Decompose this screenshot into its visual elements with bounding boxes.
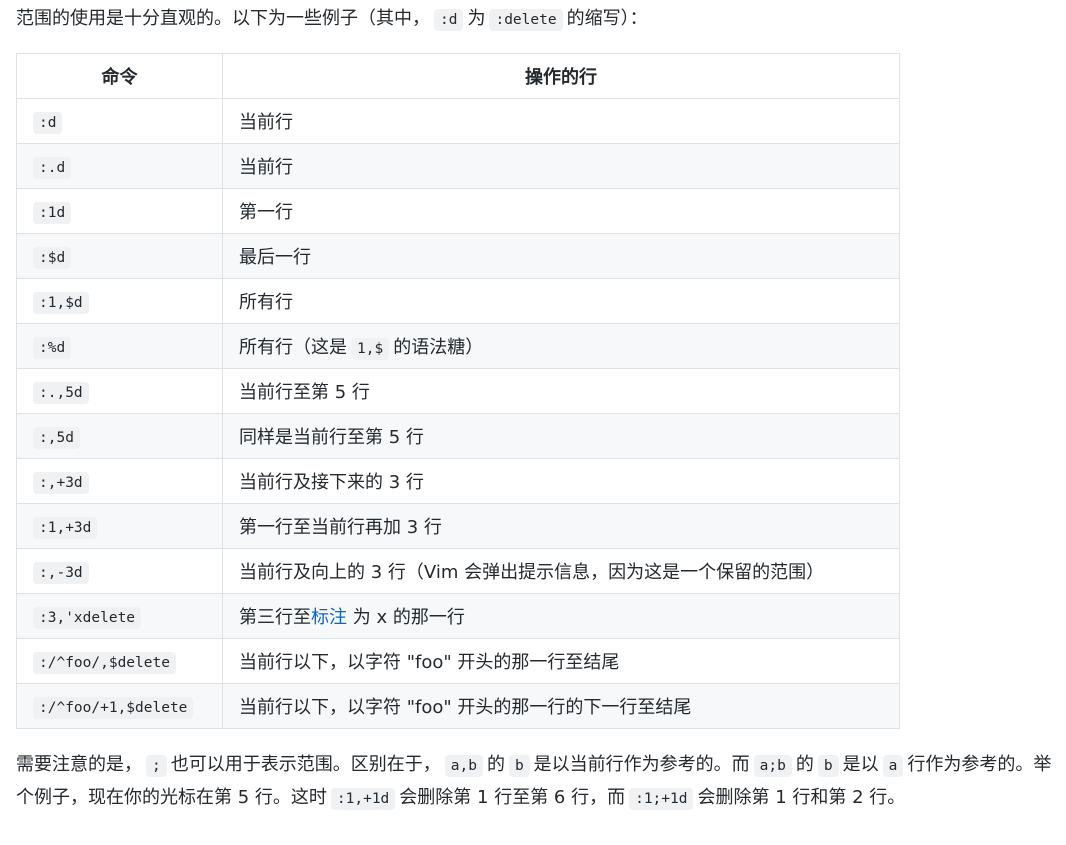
note-text: 的 [795, 754, 814, 775]
description-text: 所有行（这是 [239, 337, 347, 358]
table-row: :1,$d 所有行 [16, 278, 900, 324]
intro-paragraph: 范围的使用是十分直观的。以下为一些例子（其中，:d 为:delete 的缩写）： [16, 0, 1064, 38]
table-row: :1,+3d 第一行至当前行再加 3 行 [16, 503, 900, 549]
command-cell: :1,+3d [16, 503, 223, 549]
command-code: :3,'xdelete [33, 606, 142, 629]
command-code: :,5d [33, 426, 80, 449]
description-cell: 当前行及接下来的 3 行 [222, 458, 900, 504]
table-row: :d 当前行 [16, 98, 900, 144]
command-code: :/^foo/+1,$delete [33, 696, 194, 719]
inline-code: a,b [444, 755, 483, 777]
note-text: 是以当前行作为参考的。而 [533, 754, 750, 775]
command-cell: :d [16, 98, 223, 144]
table-row: :,5d 同样是当前行至第 5 行 [16, 413, 900, 459]
table-row: :$d 最后一行 [16, 233, 900, 279]
description-cell: 当前行 [222, 143, 900, 189]
inline-code: 1,$ [351, 338, 390, 360]
note-text: 的 [486, 754, 505, 775]
description-cell: 同样是当前行至第 5 行 [222, 413, 900, 459]
inline-code: b [817, 755, 839, 777]
inline-code: a [882, 755, 904, 777]
table-row: :3,'xdelete 第三行至标注 为 x 的那一行 [16, 593, 900, 639]
command-code: :,+3d [33, 471, 89, 494]
command-code: :/^foo/,$delete [33, 651, 176, 674]
description-cell: 第一行 [222, 188, 900, 234]
intro-text: 范围的使用是十分直观的。以下为一些例子（其中， [16, 8, 430, 29]
command-cell: :,+3d [16, 458, 223, 504]
table-row: :,-3d 当前行及向上的 3 行（Vim 会弹出提示信息，因为这是一个保留的范… [16, 548, 900, 594]
note-text: 会删除第 1 行至第 6 行，而 [399, 787, 626, 808]
description-text: 第三行至 [239, 607, 311, 628]
mark-link[interactable]: 标注 [311, 607, 347, 628]
note-text: 也可以用于表示范围。区别在于， [170, 754, 441, 775]
description-cell: 所有行 [222, 278, 900, 324]
command-cell: :/^foo/+1,$delete [16, 683, 223, 729]
command-cell: :.d [16, 143, 223, 189]
command-code: :1,$d [33, 291, 89, 314]
column-header-lines: 操作的行 [222, 53, 900, 99]
command-cell: :1d [16, 188, 223, 234]
command-code: :1d [33, 201, 72, 224]
description-cell: 所有行（这是 1,$ 的语法糖） [222, 323, 900, 369]
column-header-command: 命令 [16, 53, 223, 99]
inline-code: ; [146, 755, 167, 777]
command-cell: :,-3d [16, 548, 223, 594]
table-row: :,+3d 当前行及接下来的 3 行 [16, 458, 900, 504]
table-row: :/^foo/,$delete 当前行以下，以字符 "foo" 开头的那一行至结… [16, 638, 900, 684]
command-cell: :3,'xdelete [16, 593, 223, 639]
note-text: 是以 [842, 754, 879, 775]
command-code: :%d [33, 336, 72, 359]
description-text: 为 x 的那一行 [352, 607, 465, 628]
inline-code: a;b [753, 755, 792, 777]
note-text: 需要注意的是， [16, 754, 142, 775]
range-examples-table: 命令 操作的行 :d 当前行 :.d 当前行 :1d 第一行 :$d 最后一行 [16, 53, 900, 729]
table-row: :1d 第一行 [16, 188, 900, 234]
inline-code: :1;+1d [629, 788, 694, 810]
inline-code: :d [434, 9, 464, 31]
description-cell: 当前行以下，以字符 "foo" 开头的那一行的下一行至结尾 [222, 683, 900, 729]
command-code: :.,5d [33, 381, 89, 404]
command-cell: :%d [16, 323, 223, 369]
description-cell: 当前行以下，以字符 "foo" 开头的那一行至结尾 [222, 638, 900, 684]
command-cell: :$d [16, 233, 223, 279]
command-code: :$d [33, 246, 72, 269]
command-cell: :.,5d [16, 368, 223, 414]
description-cell: 第一行至当前行再加 3 行 [222, 503, 900, 549]
document: 范围的使用是十分直观的。以下为一些例子（其中，:d 为:delete 的缩写）： 命… [16, 0, 1064, 810]
command-cell: :1,$d [16, 278, 223, 324]
table-row: :%d 所有行（这是 1,$ 的语法糖） [16, 323, 900, 369]
intro-text: 为 [467, 8, 486, 29]
table-row: :.d 当前行 [16, 143, 900, 189]
table-row: :.,5d 当前行至第 5 行 [16, 368, 900, 414]
note-text: 会删除第 1 行和第 2 行。 [697, 787, 906, 808]
command-code: :.d [33, 156, 72, 179]
command-code: :d [33, 111, 63, 134]
description-cell: 当前行及向上的 3 行（Vim 会弹出提示信息，因为这是一个保留的范围） [222, 548, 900, 594]
command-code: :,-3d [33, 561, 89, 584]
description-cell: 第三行至标注 为 x 的那一行 [222, 593, 900, 639]
intro-text: 的缩写）： [566, 8, 648, 29]
note-paragraph: 需要注意的是，; 也可以用于表示范围。区别在于， a,b 的 b 是以当前行作为参考的。而… [16, 749, 1064, 815]
description-cell: 最后一行 [222, 233, 900, 279]
table-header-row: 命令 操作的行 [16, 53, 900, 99]
command-code: :1,+3d [33, 516, 98, 539]
description-text: 的语法糖） [393, 337, 484, 358]
description-cell: 当前行至第 5 行 [222, 368, 900, 414]
command-cell: :/^foo/,$delete [16, 638, 223, 684]
inline-code: :delete [489, 9, 563, 31]
inline-code: b [508, 755, 530, 777]
table-row: :/^foo/+1,$delete 当前行以下，以字符 "foo" 开头的那一行… [16, 683, 900, 729]
command-cell: :,5d [16, 413, 223, 459]
description-cell: 当前行 [222, 98, 900, 144]
inline-code: :1,+1d [330, 788, 396, 810]
